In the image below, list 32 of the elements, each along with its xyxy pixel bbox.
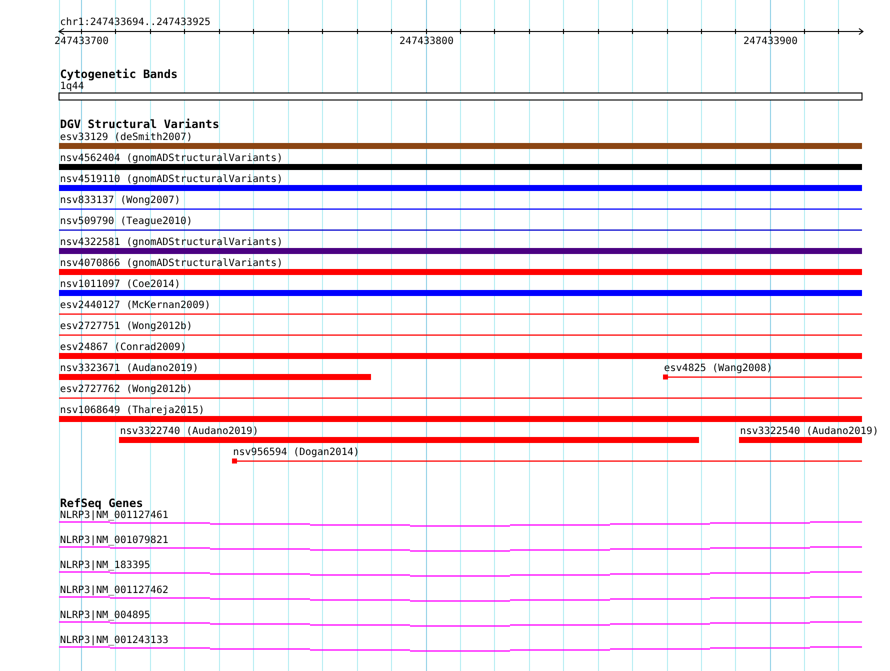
gene-label: NLRP3|NM_004895 [60,610,150,621]
variant-label: esv33129 (deSmith2007) [60,132,192,143]
variant-label: nsv4070866 (gnomADStructuralVariants) [60,258,283,269]
locus-label: chr1:247433694..247433925 [60,17,211,28]
track-title: DGV Structural Variants [60,117,220,131]
tick-label: 247433900 [743,36,798,47]
gene-label: NLRP3|NM_001243133 [60,635,168,646]
variant-label: nsv4322581 (gnomADStructuralVariants) [60,237,283,248]
tick-label: 247433700 [54,36,109,47]
gene-label: NLRP3|NM_183395 [60,560,150,571]
track-title: Cytogenetic Bands [60,67,178,81]
variant-label: nsv833137 (Wong2007) [60,195,180,206]
gene-label: NLRP3|NM_001127461 [60,510,168,521]
variant-label: nsv956594 (Dogan2014) [233,447,360,458]
tick-label: 247433800 [399,36,454,47]
variant-label: nsv1068649 (Thareja2015) [60,405,204,416]
variant-label: esv24867 (Conrad2009) [60,342,186,353]
variant-label: esv2440127 (McKernan2009) [60,300,211,311]
variant-label: nsv509790 (Teague2010) [60,216,192,227]
variant-label: esv4825 (Wang2008) [664,363,772,374]
variant-label: nsv3322540 (Audano2019) [740,426,878,437]
variant-label: esv2727762 (Wong2012b) [60,384,192,395]
variant-label: nsv4562404 (gnomADStructuralVariants) [60,153,283,164]
gene-label: NLRP3|NM_001079821 [60,535,168,546]
variant-label: esv2727751 (Wong2012b) [60,321,192,332]
variant-label: nsv3322740 (Audano2019) [120,426,258,437]
gene-label: NLRP3|NM_001127462 [60,585,168,596]
variant-label: nsv4519110 (gnomADStructuralVariants) [60,174,283,185]
track-title: RefSeq Genes [60,496,144,510]
variant-label: nsv1011097 (Coe2014) [60,279,180,290]
variant-label: nsv3323671 (Audano2019) [60,363,198,374]
cytoband-label: 1q44 [60,81,84,92]
